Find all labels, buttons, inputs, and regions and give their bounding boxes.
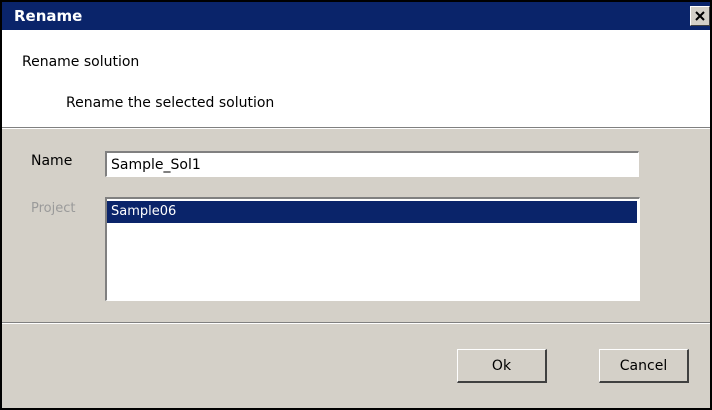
close-button[interactable]: [690, 6, 710, 26]
rename-dialog: Rename Rename solution Rename the select…: [0, 0, 712, 410]
window-title: Rename: [14, 7, 83, 25]
title-bar: Rename: [2, 2, 710, 30]
project-list[interactable]: Sample06: [105, 197, 640, 301]
header-divider: [2, 127, 710, 129]
close-icon: [695, 11, 705, 21]
project-list-item-selected[interactable]: Sample06: [107, 201, 637, 223]
name-input[interactable]: [105, 151, 639, 177]
footer-divider: [2, 322, 710, 324]
header-panel: Rename solution Rename the selected solu…: [2, 30, 710, 127]
project-label: Project: [31, 201, 76, 216]
cancel-button[interactable]: Cancel: [599, 349, 689, 383]
ok-button[interactable]: Ok: [457, 349, 547, 383]
header-description: Rename the selected solution: [66, 95, 275, 111]
name-label: Name: [31, 153, 73, 169]
header-title: Rename solution: [22, 54, 140, 70]
